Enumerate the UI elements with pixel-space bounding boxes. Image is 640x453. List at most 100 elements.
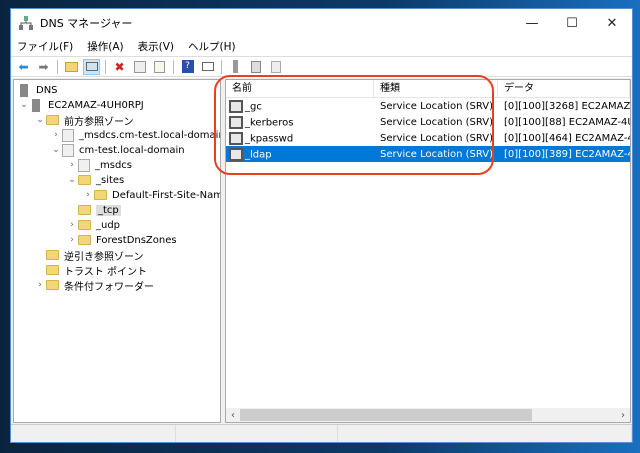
tree-node[interactable]: › 条件付フォワーダー: [34, 277, 154, 293]
expand-chevron-icon[interactable]: ›: [82, 190, 94, 200]
tree-node[interactable]: ⌄ 前方参照ゾーン: [34, 112, 134, 128]
status-section: [176, 425, 338, 442]
column-header-data[interactable]: データ: [498, 80, 630, 97]
tree-node-label: cm-test.local-domain: [79, 144, 185, 156]
export-list-icon[interactable]: [151, 59, 168, 75]
toolbar-separator: [105, 59, 106, 74]
zone-icon: [78, 158, 90, 172]
status-section: [11, 425, 176, 442]
back-icon[interactable]: ⬅: [15, 59, 32, 75]
forward-icon[interactable]: ➡: [35, 59, 52, 75]
server-icon[interactable]: [227, 59, 244, 75]
folder-icon: [46, 250, 59, 260]
cell-text: [0][100][88] EC2AMAZ-4U...: [504, 116, 630, 128]
copy-record-icon[interactable]: [267, 59, 284, 75]
up-folder-icon[interactable]: [63, 59, 80, 75]
tree-node[interactable]: トラスト ポイント: [34, 262, 147, 278]
close-button[interactable]: ✕: [592, 9, 632, 37]
folder-icon: [78, 220, 91, 230]
folder-icon: [94, 190, 107, 200]
cell-text: [0][100][389] EC2AMAZ-4...: [504, 148, 630, 160]
record-data: [0][100][88] EC2AMAZ-4U...: [498, 117, 630, 128]
tree-node-label: Default-First-Site-Name: [112, 189, 221, 201]
record-icon[interactable]: [247, 59, 264, 75]
toolbar-separator: [221, 59, 222, 74]
expand-chevron-icon[interactable]: ⌄: [18, 100, 30, 110]
expand-chevron-icon[interactable]: ⌄: [50, 145, 62, 155]
folder-icon: [46, 265, 59, 275]
folder-icon: [78, 235, 91, 245]
status-section: [338, 425, 632, 442]
expand-chevron-icon[interactable]: ›: [50, 130, 62, 140]
menu-help[interactable]: ヘルプ(H): [188, 39, 236, 54]
annotation-highlight-box: [214, 75, 494, 175]
horizontal-scrollbar[interactable]: ‹ ›: [226, 408, 630, 422]
dns-manager-window: DNS マネージャー — ☐ ✕ ファイル(F) 操作(A) 表示(V) ヘルプ…: [10, 8, 633, 443]
expand-chevron-icon[interactable]: ›: [34, 280, 46, 290]
server-icon: [32, 98, 40, 112]
tree-node-label: 逆引き参照ゾーン: [64, 251, 144, 263]
expand-chevron-icon[interactable]: ›: [66, 235, 78, 245]
tree-node[interactable]: ⌄ cm-test.local-domain: [50, 142, 185, 158]
menu-view[interactable]: 表示(V): [138, 39, 174, 54]
tree-node[interactable]: _tcp: [66, 202, 121, 218]
scrollbar-thumb[interactable]: [240, 409, 532, 421]
tree-node[interactable]: › _udp: [66, 217, 120, 233]
tree-node[interactable]: › _msdcs: [66, 157, 132, 173]
record-data: [0][100][3268] EC2AMAZ-4...: [498, 101, 630, 112]
action-pane-icon[interactable]: [199, 59, 216, 75]
folder-icon: [78, 175, 91, 185]
scroll-right-icon[interactable]: ›: [616, 410, 630, 421]
tree-node-label: _udp: [96, 219, 121, 231]
tree-node[interactable]: 逆引き参照ゾーン: [34, 247, 144, 263]
dns-app-icon: [19, 16, 33, 30]
tree-node[interactable]: › Default-First-Site-Name: [82, 187, 221, 203]
tree-pane: DNS ⌄ EC2AMAZ-4UH0RPJ ⌄ 前方参照ゾーン › _msdcs.cm-te…: [13, 79, 221, 423]
toolbar-separator: [57, 59, 58, 74]
toolbar-separator: [173, 59, 174, 74]
zone-icon: [62, 128, 74, 142]
tree-node-label: DNS: [36, 84, 58, 96]
folder-icon: [78, 205, 91, 215]
tree-node-label: _msdcs.cm-test.local-domain: [79, 129, 221, 141]
delete-icon[interactable]: ✖: [111, 59, 128, 75]
server-icon: [20, 83, 28, 97]
expand-chevron-icon[interactable]: ⌄: [66, 175, 78, 185]
tree-node-label: 条件付フォワーダー: [64, 281, 154, 293]
help-icon[interactable]: ?: [179, 59, 196, 75]
expand-chevron-icon[interactable]: ⌄: [34, 115, 46, 125]
tree-node-label: _sites: [96, 174, 125, 186]
menu-action[interactable]: 操作(A): [87, 39, 123, 54]
properties-icon[interactable]: [131, 59, 148, 75]
minimize-button[interactable]: —: [512, 9, 552, 37]
tree-node-label: 前方参照ゾーン: [64, 116, 134, 128]
folder-icon: [46, 115, 59, 125]
tree-node[interactable]: › _msdcs.cm-test.local-domain: [50, 127, 221, 143]
show-hide-tree-icon[interactable]: [83, 58, 100, 75]
tree-node-label: ForestDnsZones: [96, 234, 177, 246]
tree-node[interactable]: ⌄ EC2AMAZ-4UH0RPJ: [18, 97, 144, 113]
status-bar: [11, 424, 632, 442]
menu-bar: ファイル(F) 操作(A) 表示(V) ヘルプ(H): [11, 37, 632, 57]
scroll-left-icon[interactable]: ‹: [226, 410, 240, 421]
record-data: [0][100][389] EC2AMAZ-4...: [498, 149, 630, 160]
folder-icon: [46, 280, 59, 290]
title-bar: DNS マネージャー — ☐ ✕: [11, 9, 632, 37]
cell-text: [0][100][464] EC2AMAZ-4...: [504, 132, 630, 144]
tree-node[interactable]: DNS: [18, 82, 58, 98]
tree-node-label: _tcp: [96, 204, 121, 216]
toolbar: ⬅ ➡ ✖ ?: [11, 57, 632, 77]
tree-node-label: トラスト ポイント: [64, 266, 147, 278]
zone-icon: [62, 143, 74, 157]
expand-chevron-icon[interactable]: ›: [66, 220, 78, 230]
menu-file[interactable]: ファイル(F): [17, 39, 73, 54]
cell-text: [0][100][3268] EC2AMAZ-4...: [504, 100, 630, 112]
tree-node-label: _msdcs: [95, 159, 133, 171]
record-data: [0][100][464] EC2AMAZ-4...: [498, 133, 630, 144]
expand-chevron-icon[interactable]: ›: [66, 160, 78, 170]
tree-node-label: EC2AMAZ-4UH0RPJ: [48, 99, 144, 111]
tree-node[interactable]: › ForestDnsZones: [66, 232, 177, 248]
tree-node[interactable]: ⌄ _sites: [66, 172, 124, 188]
window-title: DNS マネージャー: [40, 17, 133, 30]
maximize-button[interactable]: ☐: [552, 9, 592, 37]
